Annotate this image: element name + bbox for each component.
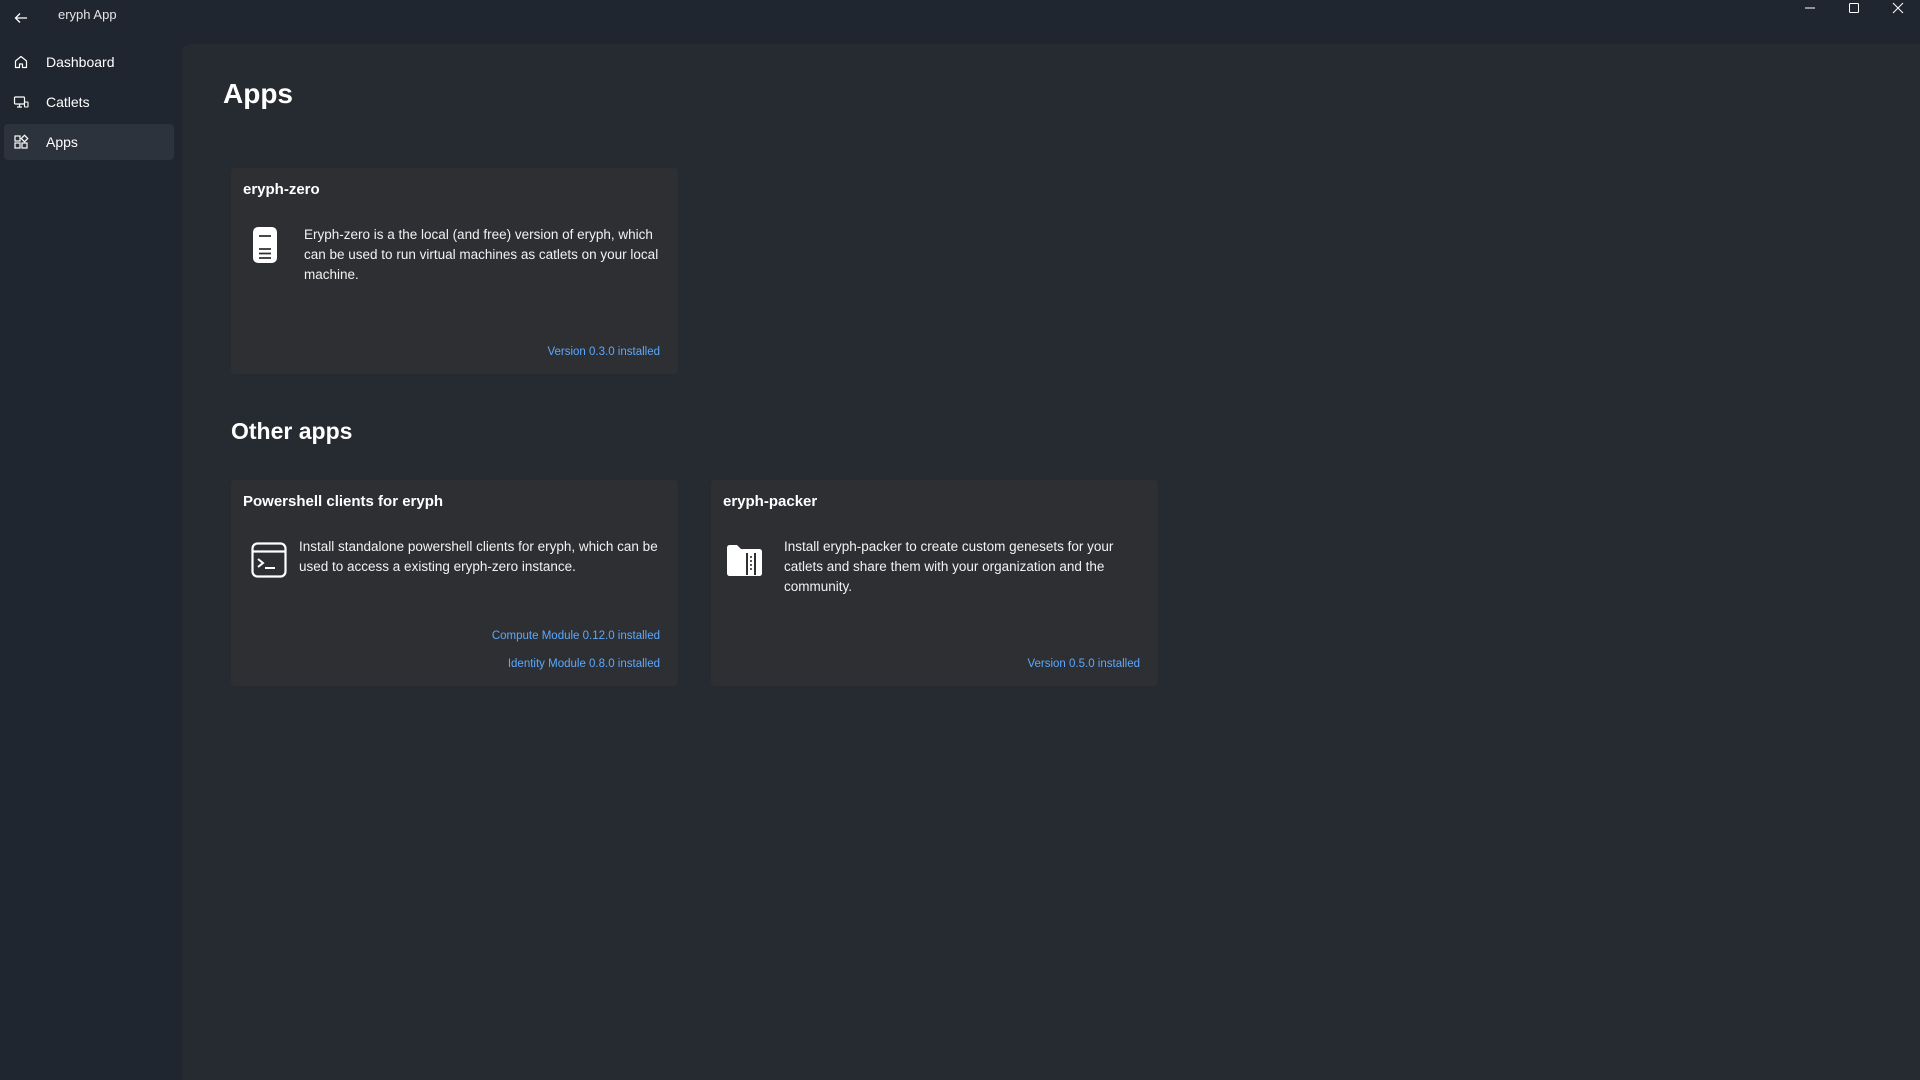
apps-icon <box>12 133 30 151</box>
app-card-powershell-clients: Powershell clients for eryph Install sta… <box>231 480 678 686</box>
section-title-other-apps: Other apps <box>231 418 353 444</box>
identity-module-link[interactable]: Identity Module 0.8.0 installed <box>508 658 660 670</box>
card-description: Install standalone powershell clients fo… <box>299 539 658 574</box>
card-title: eryph-zero <box>243 181 320 198</box>
home-icon <box>12 53 30 71</box>
sidebar-item-apps[interactable]: Apps <box>4 124 174 160</box>
card-description: Eryph-zero is a the local (and free) ver… <box>304 227 659 282</box>
compute-module-link[interactable]: Compute Module 0.12.0 installed <box>492 630 660 642</box>
minimize-icon <box>1805 7 1815 9</box>
sidebar-item-catlets[interactable]: Catlets <box>4 84 174 120</box>
card-title: eryph-packer <box>723 493 818 510</box>
sidebar-item-dashboard[interactable]: Dashboard <box>4 44 174 80</box>
window-controls <box>1788 0 1920 32</box>
card-title: Powershell clients for eryph <box>243 493 444 510</box>
sidebar-item-label: Apps <box>46 134 78 150</box>
version-link[interactable]: Version 0.3.0 installed <box>547 346 660 358</box>
catlets-icon <box>12 93 30 111</box>
version-link[interactable]: Version 0.5.0 installed <box>1027 658 1140 670</box>
card-description: Install eryph-packer to create custom ge… <box>784 539 1114 594</box>
sidebar: Dashboard Catlets Apps <box>0 44 178 1080</box>
app-title: eryph App <box>58 7 117 22</box>
sidebar-item-label: Dashboard <box>46 54 115 70</box>
app-card-eryph-zero: eryph-zero Eryph-zero is a the local (an… <box>231 168 678 374</box>
sidebar-item-label: Catlets <box>46 94 90 110</box>
close-button[interactable] <box>1876 0 1920 32</box>
minimize-button[interactable] <box>1788 0 1832 32</box>
title-bar: eryph App <box>0 0 1920 40</box>
main-content: Apps eryph-zero Eryph-zero is a the loca… <box>182 44 1920 1080</box>
maximize-button[interactable] <box>1832 0 1876 32</box>
back-button[interactable] <box>6 6 36 30</box>
back-arrow-icon <box>14 13 27 23</box>
terminal-icon <box>249 540 289 580</box>
server-icon <box>245 225 285 265</box>
package-icon <box>725 540 765 580</box>
close-icon <box>1892 2 1904 14</box>
maximize-icon <box>1849 3 1859 13</box>
page-title: Apps <box>223 78 293 109</box>
app-card-eryph-packer: eryph-packer Install eryph-packer to cre… <box>711 480 1158 686</box>
